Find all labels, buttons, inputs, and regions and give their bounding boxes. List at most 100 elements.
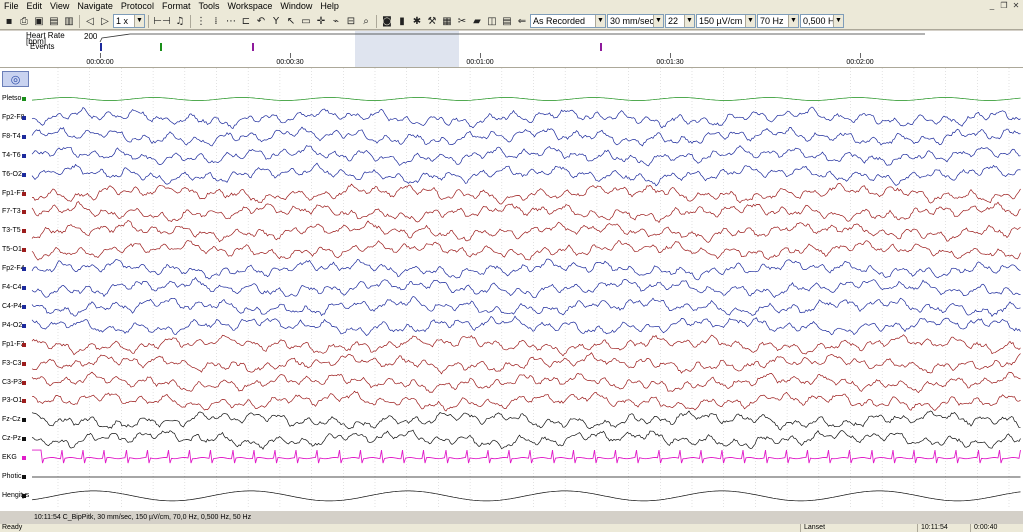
channel-label[interactable]: EKG [2,454,17,462]
channels-select[interactable]: 22 ▼ [665,14,695,28]
event-marker[interactable] [100,43,102,51]
channel-color-marker [22,475,26,479]
channel-label[interactable]: F8-T4 [2,133,21,141]
menu-format[interactable]: Format [158,0,195,13]
clapper-icon[interactable]: ▰ [470,14,484,28]
channel-label[interactable]: P3-O1 [2,397,22,405]
event-marker[interactable] [600,43,602,51]
channel-label[interactable]: C3-P3 [2,379,22,387]
channel-color-marker [22,172,26,177]
camera-icon[interactable]: ◙ [380,14,394,28]
channel-label[interactable]: T5-O1 [2,246,22,254]
range-icon[interactable]: ⊏ [239,14,253,28]
tools-icon[interactable]: ⚒ [425,14,439,28]
window-controls: _ ❐ ✕ [987,1,1021,11]
channel-label[interactable]: Cz-Pz [2,435,21,443]
zoom-icon[interactable]: ⌕ [359,14,373,28]
select-box-icon[interactable]: ▭ [299,14,313,28]
cut-icon[interactable]: ✂ [455,14,469,28]
measure-icon[interactable]: ⊟ [344,14,358,28]
speed-select[interactable]: 30 mm/sec ▼ [607,14,664,28]
lowpass-select[interactable]: 70 Hz ▼ [757,14,799,28]
annotation-icon[interactable]: ▦ [440,14,454,28]
save-icon[interactable]: ▪ [2,14,16,28]
minimize-icon[interactable]: _ [987,1,997,11]
eeg-channel-trace [31,410,1021,431]
record-icon[interactable]: ▣ [32,14,46,28]
eeg-trace-panel[interactable]: ◎ Pletso Fp2-F8 F8-T4 T4-T6 T6-O2 Fp1-F7 F7-T3… [0,68,1023,521]
menu-file[interactable]: File [0,0,23,13]
settings-icon[interactable]: ✱ [410,14,424,28]
menu-edit[interactable]: Edit [23,0,47,13]
restore-icon[interactable]: ❐ [999,1,1009,11]
channel-color-marker [22,437,26,442]
channel-color-marker [22,380,26,385]
document-icon[interactable]: ▥ [62,14,76,28]
window-icon[interactable]: ◫ [485,14,499,28]
display-settings-button[interactable]: ◎ [2,71,29,87]
channel-label[interactable]: F4-C4 [2,284,21,292]
menu-tools[interactable]: Tools [194,0,223,13]
dual-cursor-icon[interactable]: ⁞ [209,14,223,28]
cursor-icon[interactable]: ⋮ [194,14,208,28]
event-marker[interactable] [252,43,254,51]
music-note-icon[interactable]: ♫ [173,14,187,28]
play-forward-icon[interactable]: ▷ [98,14,112,28]
marker-icon[interactable]: ⋯ [224,14,238,28]
channel-label[interactable]: C4-P4 [2,303,22,311]
chevron-down-icon: ▼ [684,15,694,27]
eeg-channel-trace [31,162,1021,187]
menu-view[interactable]: View [46,0,73,13]
highpass-select[interactable]: 0,500 H ▼ [800,14,844,28]
play-backward-icon[interactable]: ◁ [83,14,97,28]
close-icon[interactable]: ✕ [1011,1,1021,11]
spike-icon[interactable]: ⌁ [329,14,343,28]
video-icon[interactable]: ▮ [395,14,409,28]
channel-label[interactable]: F3-C3 [2,360,21,368]
channel-label[interactable]: F7-T3 [2,208,21,216]
zoom-select[interactable]: 1 x ▼ [113,14,145,28]
overview-tick-label: 00:00:00 [86,59,114,66]
filter-icon[interactable]: Y [269,14,283,28]
chevron-down-icon: ▼ [788,15,798,27]
menu-protocol[interactable]: Protocol [117,0,158,13]
sensitivity-select[interactable]: 150 µV/cm ▼ [696,14,756,28]
export-icon[interactable]: ▤ [47,14,61,28]
eeg-channel-trace [31,371,1021,394]
layout-icon[interactable]: ▤ [500,14,514,28]
channel-color-marker [22,399,26,404]
eeg-channel-trace [31,315,1021,336]
channel-color-marker [22,191,26,196]
toolbar-separator [148,14,149,28]
channel-label[interactable]: T6-O2 [2,171,22,179]
overview-tick-label: 00:00:30 [276,59,304,66]
crosshair-icon[interactable]: ✛ [314,14,328,28]
channel-label[interactable]: T3-T5 [2,227,21,235]
menu-navigate[interactable]: Navigate [73,0,117,13]
channel-label[interactable]: Pletso [2,95,21,103]
montage-select[interactable]: As Recorded ▼ [530,14,606,28]
pointer-icon[interactable]: ↖ [284,14,298,28]
channel-label[interactable]: T4-T6 [2,152,21,160]
channel-label[interactable]: P4-O2 [2,322,22,330]
recording-overview[interactable]: Heart Rate [bpm] 200 Events 00:00:00 00:… [0,31,1023,68]
speed-value: 30 mm/sec [610,16,655,26]
menu-window[interactable]: Window [276,0,316,13]
print-icon[interactable]: ⎙ [17,14,31,28]
channel-label[interactable]: Photic [2,473,21,481]
calibration-icon[interactable]: ⊢⊣ [152,14,172,28]
chevron-down-icon: ▼ [653,15,663,27]
eeg-channel-trace [31,240,1021,261]
menu-workspace[interactable]: Workspace [223,0,276,13]
channel-label[interactable]: Fz-Cz [2,416,21,424]
event-marker[interactable] [160,43,162,51]
undo-icon[interactable]: ↶ [254,14,268,28]
menu-help[interactable]: Help [316,0,343,13]
overview-tick-label: 00:01:30 [656,59,684,66]
status-clock: 10:11:54 [917,524,967,532]
overview-tick-mark [100,53,101,58]
eeg-channel-trace [31,276,1021,299]
back-arrow-icon[interactable]: ⇐ [515,14,529,28]
status-text: Ready [2,524,23,531]
display-settings-summary: 10:11:54 C_BipPitk, 30 mm/sec, 150 µV/cm… [34,514,252,521]
